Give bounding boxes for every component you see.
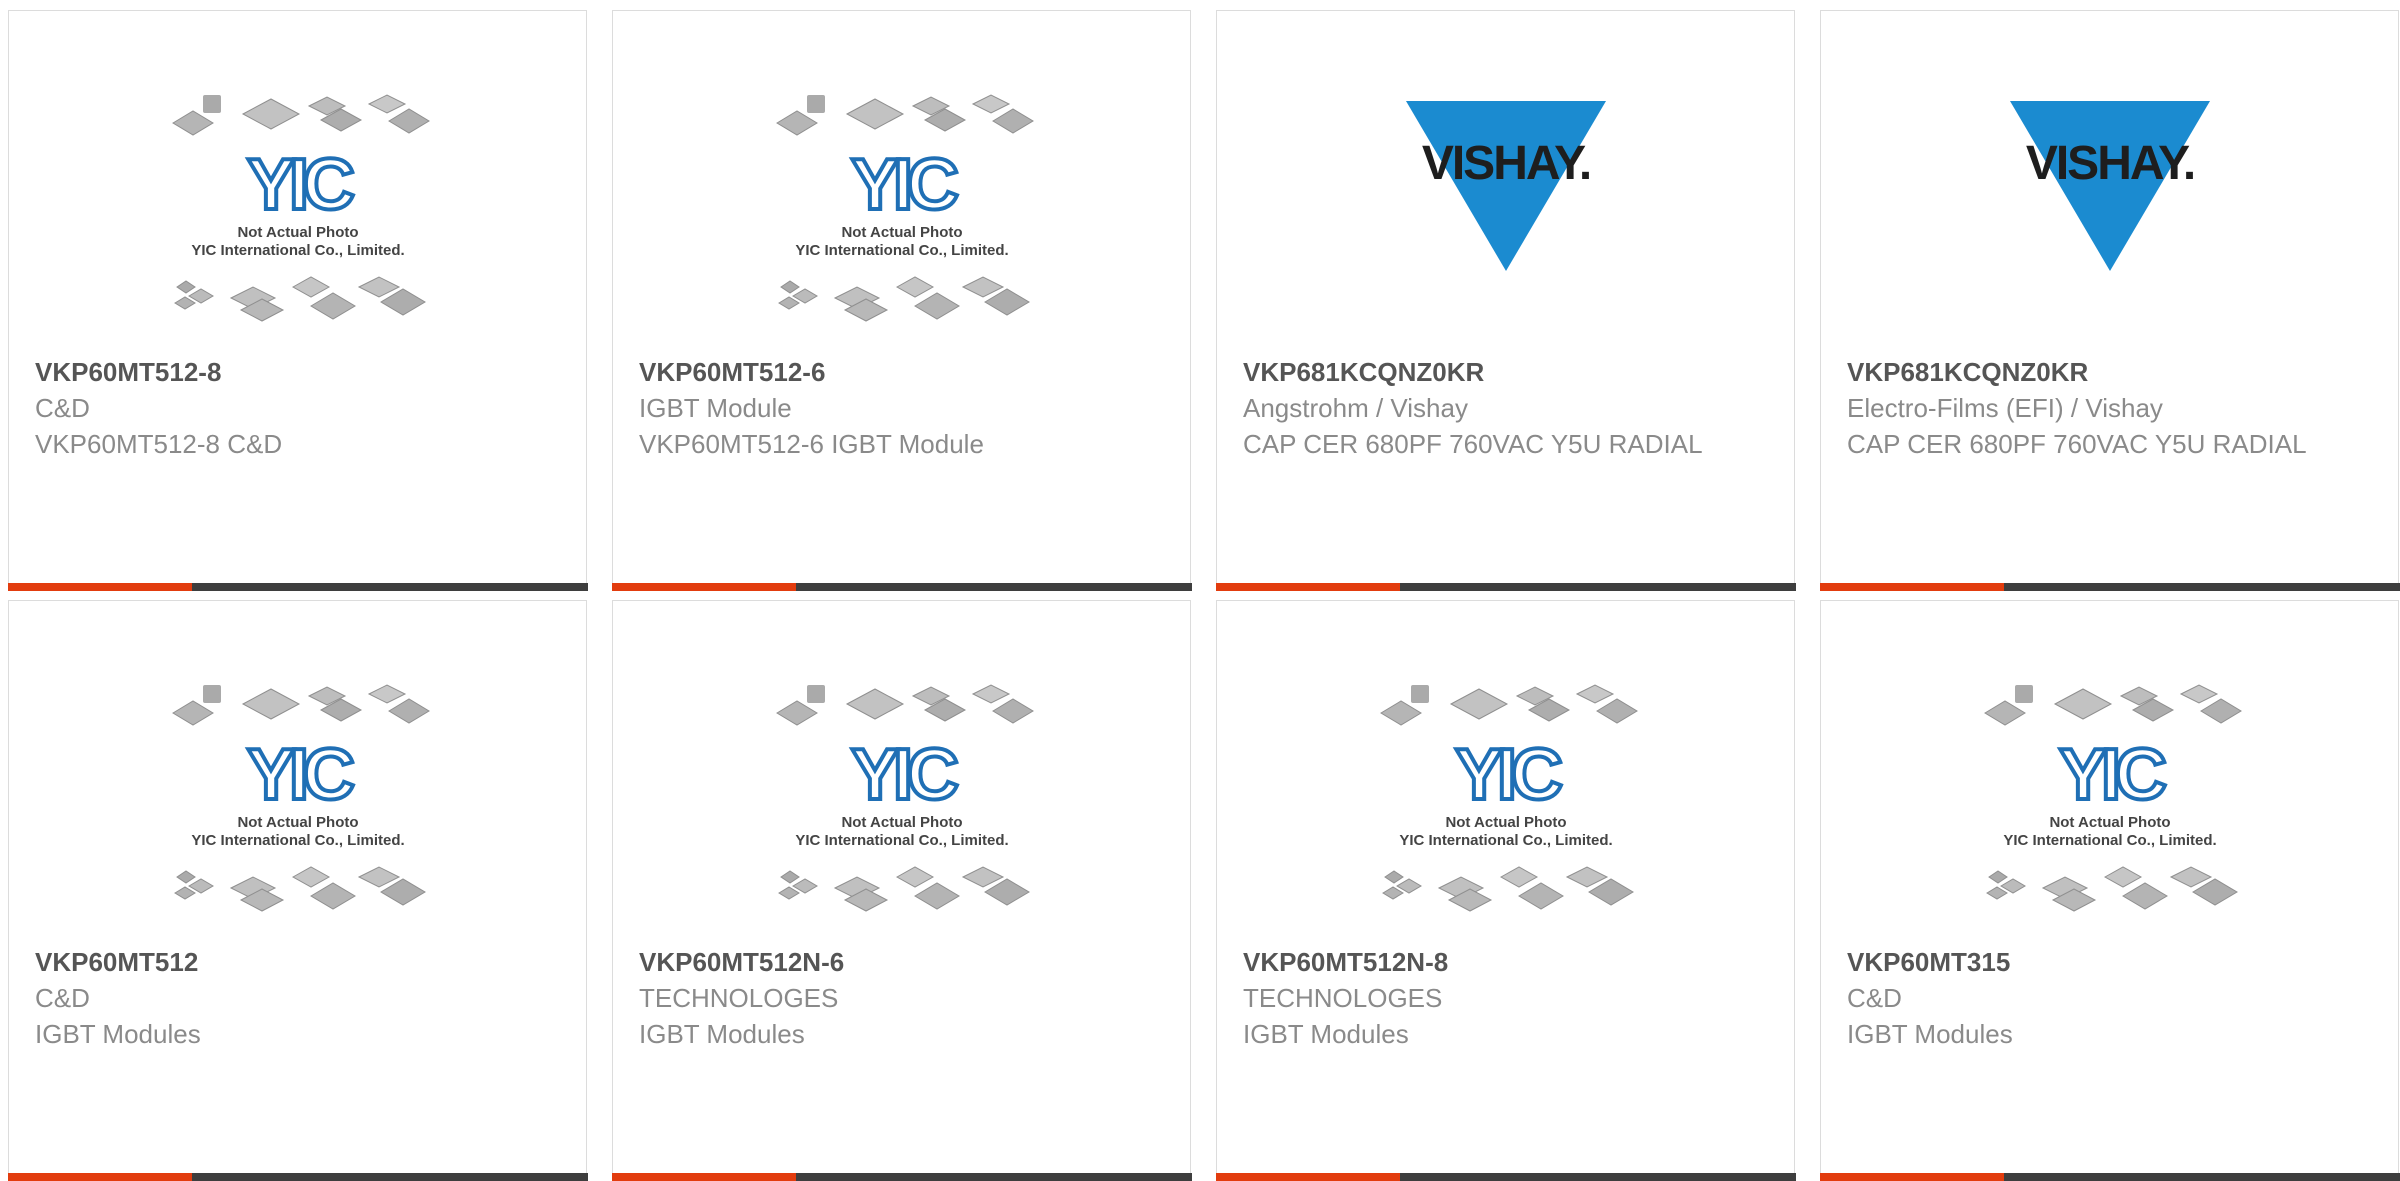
svg-text:Not Actual Photo: Not Actual Photo: [841, 224, 962, 241]
yic-placeholder-image: YICNot Actual PhotoYIC International Co.…: [775, 94, 1034, 322]
svg-text:YIC: YIC: [850, 735, 957, 815]
part-number[interactable]: VKP60MT512-8: [35, 354, 566, 390]
svg-text:Not Actual Photo: Not Actual Photo: [237, 224, 358, 241]
part-number[interactable]: VKP681KCQNZ0KR: [1847, 354, 2378, 390]
svg-text:VISHAY.: VISHAY.: [1421, 137, 1589, 190]
part-number[interactable]: VKP60MT512N-6: [639, 944, 1170, 980]
yic-placeholder-image: YICNot Actual PhotoYIC International Co.…: [171, 94, 430, 322]
svg-text:YIC: YIC: [850, 145, 957, 225]
product-card[interactable]: YIC Not Actual Photo YIC International Co.…: [7, 600, 588, 1181]
svg-text:Not Actual Photo: Not Actual Photo: [2049, 814, 2170, 831]
product-image[interactable]: VISHAY.: [1217, 101, 1794, 361]
svg-text:YIC: YIC: [1454, 735, 1561, 815]
card-bottom-bar: [1215, 1173, 1796, 1181]
yic-placeholder-image: YICNot Actual PhotoYIC International Co.…: [1379, 684, 1638, 912]
description: IGBT Modules: [1847, 1019, 2013, 1049]
svg-text:YIC: YIC: [2058, 735, 2165, 815]
manufacturer: TECHNOLOGES: [1243, 983, 1443, 1013]
svg-text:YIC: YIC: [246, 735, 353, 815]
card-bottom-bar: [1215, 583, 1796, 591]
manufacturer: C&D: [35, 983, 90, 1013]
product-card[interactable]: VISHAY. VKP681KCQNZ0KR Electro-Films (EF…: [1819, 10, 2400, 591]
svg-text:Not Actual Photo: Not Actual Photo: [1445, 814, 1566, 831]
part-number[interactable]: VKP60MT512N-8: [1243, 944, 1774, 980]
card-accent-bar: [7, 583, 192, 591]
product-card[interactable]: YIC Not Actual Photo YIC International Co.…: [1819, 600, 2400, 1181]
description: CAP CER 680PF 760VAC Y5U RADIAL: [1847, 429, 2307, 459]
product-image[interactable]: YIC Not Actual Photo YIC International Co.…: [613, 681, 1190, 941]
card-bottom-bar: [1819, 1173, 2400, 1181]
card-bottom-bar: [7, 1173, 588, 1181]
card-accent-bar: [611, 1173, 796, 1181]
card-bottom-bar: [7, 583, 588, 591]
card-accent-bar: [7, 1173, 192, 1181]
svg-text:YIC International Co., Limited: YIC International Co., Limited.: [2003, 832, 2216, 849]
description: IGBT Modules: [1243, 1019, 1409, 1049]
manufacturer: IGBT Module: [639, 393, 792, 423]
manufacturer: C&D: [1847, 983, 1902, 1013]
svg-text:Not Actual Photo: Not Actual Photo: [237, 814, 358, 831]
card-accent-bar: [1819, 583, 2004, 591]
card-bottom-bar: [1819, 583, 2400, 591]
manufacturer: C&D: [35, 393, 90, 423]
yic-placeholder-image: YICNot Actual PhotoYIC International Co.…: [1983, 684, 2242, 912]
product-card[interactable]: YIC Not Actual Photo YIC International Co.…: [1215, 600, 1796, 1181]
description: IGBT Modules: [639, 1019, 805, 1049]
part-number[interactable]: VKP60MT512-6: [639, 354, 1170, 390]
product-card[interactable]: VISHAY. VKP681KCQNZ0KR Angstrohm / Visha…: [1215, 10, 1796, 591]
svg-text:YIC International Co., Limited: YIC International Co., Limited.: [795, 242, 1008, 259]
svg-text:YIC International Co., Limited: YIC International Co., Limited.: [795, 832, 1008, 849]
vishay-logo-image: VISHAY.: [1405, 101, 1606, 271]
product-image[interactable]: VISHAY.: [1821, 101, 2398, 361]
manufacturer: Electro-Films (EFI) / Vishay: [1847, 393, 2163, 423]
card-accent-bar: [1819, 1173, 2004, 1181]
vishay-logo-image: VISHAY.: [2009, 101, 2210, 271]
product-image[interactable]: YIC Not Actual Photo YIC International Co.…: [9, 681, 586, 941]
card-bottom-bar: [611, 1173, 1192, 1181]
manufacturer: TECHNOLOGES: [639, 983, 839, 1013]
description: IGBT Modules: [35, 1019, 201, 1049]
description: CAP CER 680PF 760VAC Y5U RADIAL: [1243, 429, 1703, 459]
yic-placeholder-image: YICNot Actual PhotoYIC International Co.…: [775, 684, 1034, 912]
product-grid: YIC Not Actual Photo YIC International Co.…: [0, 0, 2400, 1181]
part-number[interactable]: VKP60MT512: [35, 944, 566, 980]
svg-text:VISHAY.: VISHAY.: [2025, 137, 2193, 190]
yic-placeholder-image: YICNot Actual PhotoYIC International Co.…: [171, 684, 430, 912]
card-bottom-bar: [611, 583, 1192, 591]
product-card[interactable]: YIC Not Actual Photo YIC International Co.…: [611, 600, 1192, 1181]
svg-text:YIC International Co., Limited: YIC International Co., Limited.: [191, 832, 404, 849]
svg-text:YIC: YIC: [246, 145, 353, 225]
product-image[interactable]: YIC Not Actual Photo YIC International Co.…: [1821, 681, 2398, 941]
part-number[interactable]: VKP681KCQNZ0KR: [1243, 354, 1774, 390]
product-image[interactable]: YIC Not Actual Photo YIC International Co.…: [9, 91, 586, 351]
manufacturer: Angstrohm / Vishay: [1243, 393, 1468, 423]
card-accent-bar: [611, 583, 796, 591]
product-image[interactable]: YIC Not Actual Photo YIC International Co.…: [613, 91, 1190, 351]
svg-text:YIC International Co., Limited: YIC International Co., Limited.: [1399, 832, 1612, 849]
product-card[interactable]: YIC Not Actual Photo YIC International Co.…: [611, 10, 1192, 591]
svg-text:Not Actual Photo: Not Actual Photo: [841, 814, 962, 831]
description: VKP60MT512-8 C&D: [35, 429, 283, 459]
svg-text:YIC International Co., Limited: YIC International Co., Limited.: [191, 242, 404, 259]
product-image[interactable]: YIC Not Actual Photo YIC International Co.…: [1217, 681, 1794, 941]
description: VKP60MT512-6 IGBT Module: [639, 429, 984, 459]
card-accent-bar: [1215, 1173, 1400, 1181]
card-accent-bar: [1215, 583, 1400, 591]
part-number[interactable]: VKP60MT315: [1847, 944, 2378, 980]
product-card[interactable]: YIC Not Actual Photo YIC International Co.…: [7, 10, 588, 591]
